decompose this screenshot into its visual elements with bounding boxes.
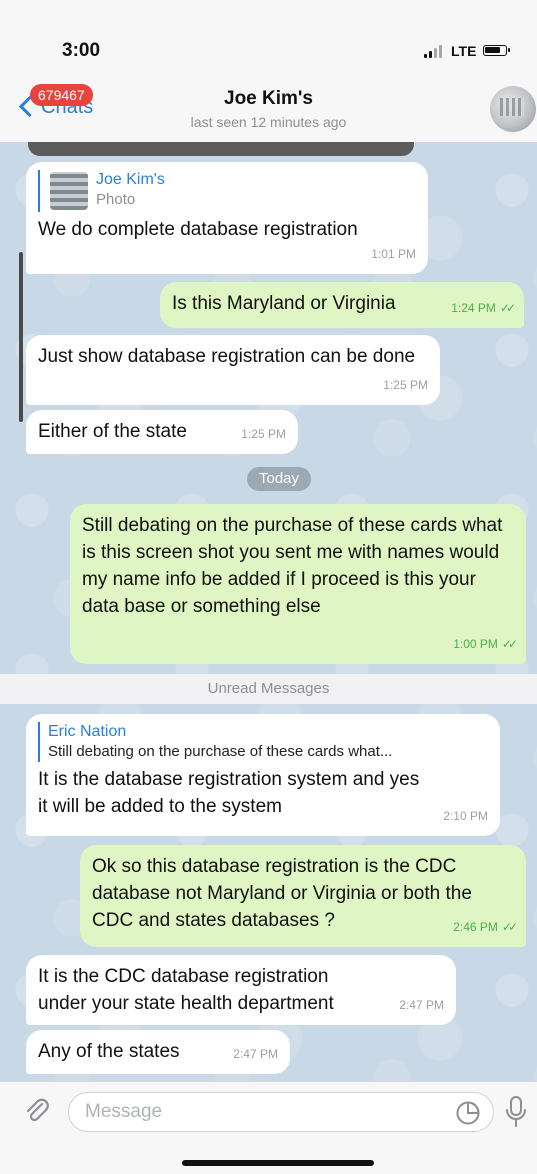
message-text: Is this Maryland or Virginia	[172, 293, 396, 314]
signal-icon	[424, 44, 446, 58]
message-time: 1:24 PM ✓✓	[451, 295, 516, 322]
message-time: 2:10 PM	[443, 809, 488, 823]
reply-sender: Joe Kim's	[96, 171, 165, 188]
message-time: 2:47 PM	[399, 998, 444, 1012]
status-time: 3:00	[62, 40, 101, 61]
message-bubble-incoming[interactable]: Either of the state 1:25 PM	[26, 410, 298, 454]
message-text: We do complete database registration	[38, 219, 358, 240]
microphone-icon[interactable]	[505, 1095, 527, 1129]
reply-sender: Eric Nation	[48, 723, 127, 740]
message-text: Just show database registration can be d…	[38, 346, 416, 367]
message-bubble-incoming[interactable]: Eric Nation Still debating on the purcha…	[26, 714, 500, 836]
message-input[interactable]	[68, 1092, 494, 1132]
battery-icon	[483, 45, 510, 56]
reply-snippet: Still debating on the purchase of these …	[48, 743, 393, 760]
contact-name[interactable]: Joe Kim's	[0, 88, 537, 110]
message-bubble-incoming[interactable]: Just show database registration can be d…	[26, 335, 440, 405]
message-bubble-incoming[interactable]: Joe Kim's Photo We do complete database …	[26, 162, 428, 274]
message-time: 1:25 PM	[383, 378, 428, 392]
reply-snippet: Photo	[96, 191, 136, 208]
message-text: Still debating on the purchase of these …	[82, 515, 503, 617]
home-indicator[interactable]	[182, 1160, 374, 1166]
date-separator: Today	[247, 467, 311, 491]
paperclip-icon[interactable]	[22, 1096, 52, 1126]
double-check-icon: ✓✓	[501, 920, 518, 934]
chat-screen: 3:00 LTE Chats 679467 Joe Kim's last see…	[0, 0, 537, 1174]
unread-messages-separator: Unread Messages	[0, 674, 537, 704]
status-bar: 3:00 LTE	[0, 0, 537, 80]
photo-message-thumbnail[interactable]	[28, 142, 414, 156]
message-time: 1:01 PM	[371, 247, 416, 261]
message-bubble-incoming[interactable]: It is the CDC database registration unde…	[26, 955, 456, 1025]
double-check-icon: ✓✓	[499, 301, 516, 315]
photo-thumbnail	[50, 172, 88, 210]
sticker-icon[interactable]	[455, 1100, 481, 1126]
message-time: 1:00 PM ✓✓	[453, 631, 518, 658]
reply-preview[interactable]: Joe Kim's Photo	[38, 170, 416, 212]
avatar[interactable]	[490, 86, 536, 132]
chat-header: Chats 679467 Joe Kim's last seen 12 minu…	[0, 80, 537, 143]
message-time: 2:47 PM	[233, 1047, 278, 1061]
last-seen-status: last seen 12 minutes ago	[190, 114, 347, 130]
message-list[interactable]: Joe Kim's Photo We do complete database …	[0, 142, 537, 1081]
network-type: LTE	[451, 43, 477, 59]
scrollbar[interactable]	[19, 252, 23, 422]
message-bubble-outgoing[interactable]: Is this Maryland or Virginia 1:24 PM ✓✓	[160, 282, 524, 328]
message-bubble-outgoing[interactable]: Ok so this database registration is the …	[80, 845, 526, 947]
reply-preview[interactable]: Eric Nation Still debating on the purcha…	[38, 722, 488, 762]
message-text: It is the database registration system a…	[38, 769, 420, 817]
message-text: Ok so this database registration is the …	[92, 856, 472, 931]
message-bubble-outgoing[interactable]: Still debating on the purchase of these …	[70, 504, 526, 664]
message-time: 2:46 PM ✓✓	[453, 914, 518, 941]
message-text: Either of the state	[38, 421, 187, 442]
message-text: Any of the states	[38, 1041, 180, 1062]
message-text: It is the CDC database registration unde…	[38, 966, 334, 1014]
message-time: 1:25 PM	[241, 427, 286, 441]
message-bubble-incoming[interactable]: Any of the states 2:47 PM	[26, 1030, 290, 1074]
double-check-icon: ✓✓	[501, 637, 518, 651]
